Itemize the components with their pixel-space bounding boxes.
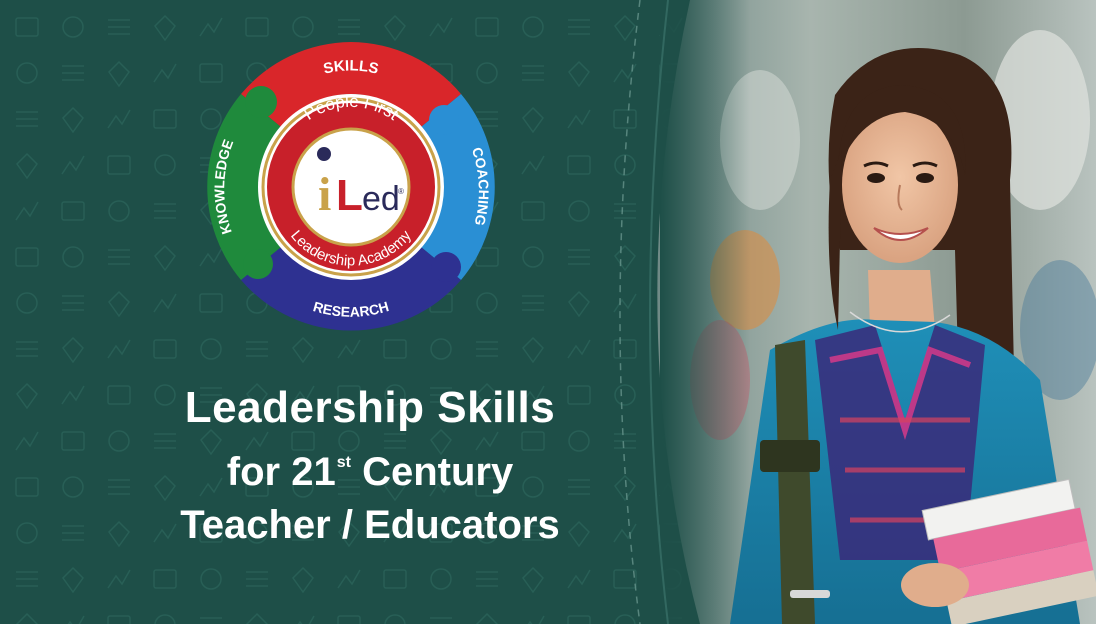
headline-line-3: Teacher / Educators bbox=[180, 503, 560, 547]
ordinal-suffix: st bbox=[336, 454, 351, 471]
headline-line-2: for 21st Century bbox=[90, 450, 650, 495]
brand-letter-l: L bbox=[336, 171, 363, 220]
brand-letter-i: i bbox=[318, 168, 331, 221]
registered-mark: ® bbox=[398, 187, 404, 196]
brand-letters-ed: ed bbox=[362, 180, 400, 218]
headline-line-1: Leadership Skills bbox=[184, 383, 556, 432]
banner: SKILLS COACHING RESEARCH KNOWLEDGE Peopl… bbox=[0, 0, 1096, 624]
headline-line-2-post: Century bbox=[362, 450, 514, 494]
headline-line-2-pre: for 21 bbox=[226, 450, 336, 494]
iled-logo: SKILLS COACHING RESEARCH KNOWLEDGE Peopl… bbox=[207, 42, 495, 331]
